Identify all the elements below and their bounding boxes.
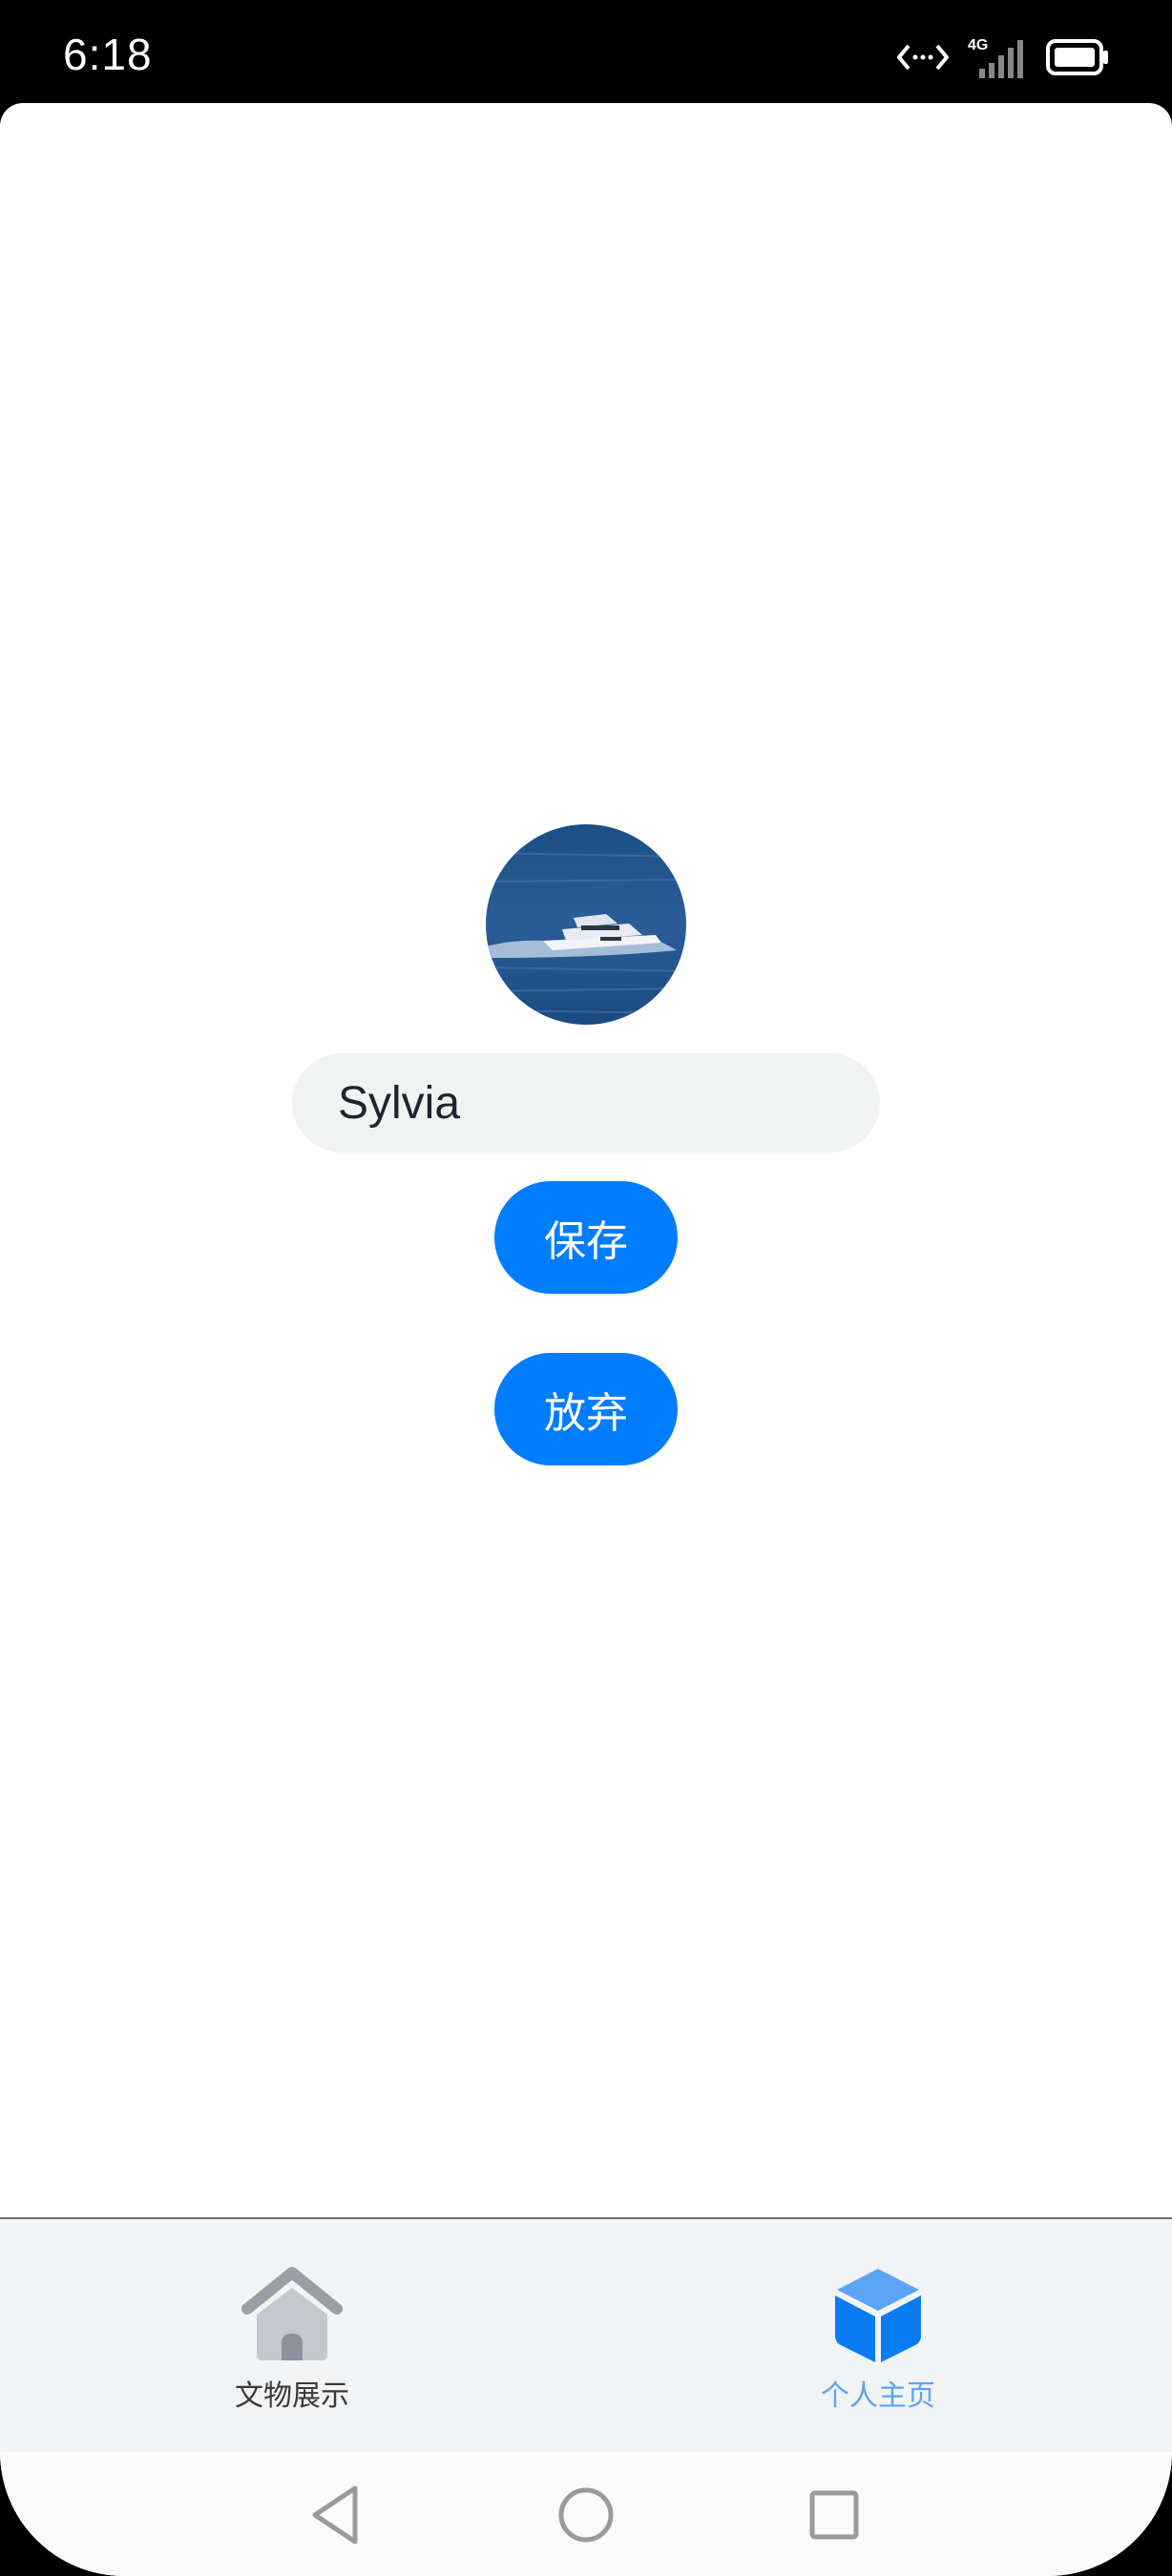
back-triangle-icon[interactable] [298,2477,374,2553]
recents-square-icon[interactable] [796,2477,872,2553]
battery-icon [1046,39,1108,75]
network-label: 4G [968,37,988,53]
status-time: 6:18 [63,30,153,79]
home-icon [241,2267,343,2360]
system-nav-bar [0,2452,1172,2576]
name-input[interactable] [292,1053,880,1153]
tab-profile[interactable]: 个人主页 [735,2219,1021,2454]
tab-profile-label: 个人主页 [821,2379,935,2413]
avatar[interactable] [486,824,686,1025]
tab-relics[interactable]: 文物展示 [149,2219,435,2454]
status-bar: 6:18 4G [0,0,1172,103]
cube-icon [835,2269,921,2362]
home-circle-icon[interactable] [548,2477,624,2553]
status-icons: 4G [897,34,1109,80]
discard-button[interactable]: 放弃 [494,1353,678,1465]
tab-bar: 文物展示 个人主页 [0,2217,1172,2454]
data-transfer-icon [897,44,949,71]
discard-button-label: 放弃 [544,1389,628,1438]
app-screen: 保存 放弃 文物展示 个人主页 [0,103,1172,2576]
boat-photo-avatar [486,824,686,1025]
signal-icon: 4G [968,37,1023,78]
save-button-label: 保存 [544,1217,628,1266]
tab-relics-label: 文物展示 [235,2379,349,2413]
save-button[interactable]: 保存 [494,1181,678,1294]
